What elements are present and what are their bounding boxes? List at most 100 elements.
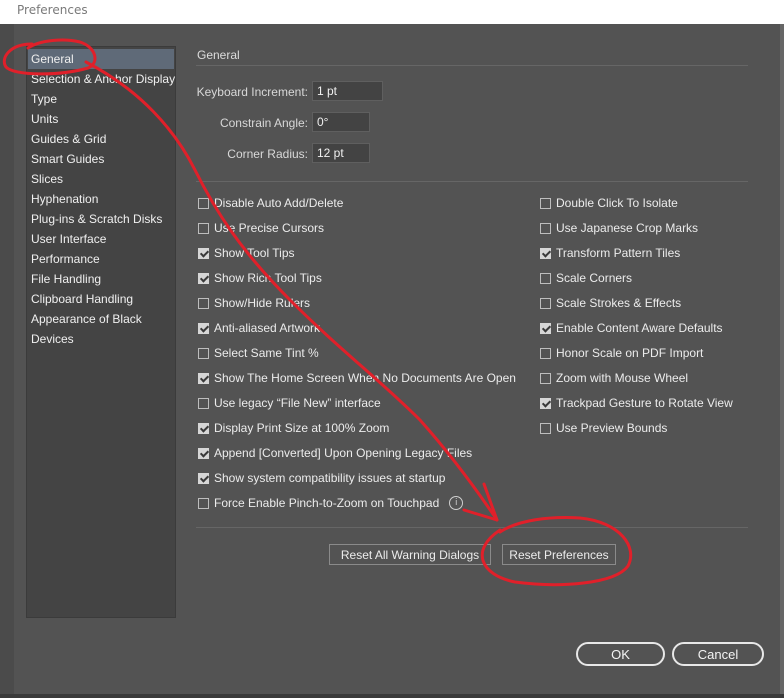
constrain-angle-input[interactable] [312, 112, 370, 132]
option-show-hide-rulers[interactable]: Show/Hide Rulers [198, 295, 310, 311]
option-select-same-tint[interactable]: Select Same Tint % [198, 345, 319, 361]
sidebar-item-file-handling[interactable]: File Handling [28, 269, 174, 289]
info-icon[interactable]: i [449, 496, 464, 510]
option-use-japanese-crop-marks[interactable]: Use Japanese Crop Marks [540, 220, 698, 236]
option-trackpad-gesture-to-rotate-view[interactable]: Trackpad Gesture to Rotate View [540, 395, 733, 411]
sidebar-item-type[interactable]: Type [28, 89, 174, 109]
option-anti-aliased-artwork[interactable]: Anti-aliased Artwork [198, 320, 320, 336]
option-use-preview-bounds[interactable]: Use Preview Bounds [540, 420, 667, 436]
section-title: General [197, 48, 240, 62]
window-title: Preferences [17, 3, 88, 17]
option-scale-corners[interactable]: Scale Corners [540, 270, 632, 286]
checkbox[interactable] [540, 222, 551, 234]
checkbox[interactable] [198, 472, 209, 484]
checkbox[interactable] [198, 397, 209, 409]
checkbox-label: Use Precise Cursors [214, 221, 325, 235]
checkbox[interactable] [198, 497, 209, 509]
buttons-divider [196, 527, 748, 528]
checkbox-label: Use Preview Bounds [556, 421, 668, 435]
sidebar-item-smart-guides[interactable]: Smart Guides [28, 149, 174, 169]
option-double-click-to-isolate[interactable]: Double Click To Isolate [540, 195, 678, 211]
option-show-rich-tool-tips[interactable]: Show Rich Tool Tips [198, 270, 322, 286]
sidebar-item-general[interactable]: General [28, 49, 174, 69]
checkbox[interactable] [198, 247, 209, 259]
checkbox-label: Show Rich Tool Tips [214, 271, 322, 285]
sidebar-item-plug-ins-scratch-disks[interactable]: Plug-ins & Scratch Disks [28, 209, 174, 229]
checkbox-label: Scale Strokes & Effects [556, 296, 682, 310]
checkbox-label: Double Click To Isolate [556, 196, 678, 210]
sidebar-item-devices[interactable]: Devices [28, 329, 174, 349]
option-honor-scale-on-pdf-import[interactable]: Honor Scale on PDF Import [540, 345, 703, 361]
option-use-precise-cursors[interactable]: Use Precise Cursors [198, 220, 324, 236]
checkbox[interactable] [540, 372, 551, 384]
sidebar-item-slices[interactable]: Slices [28, 169, 174, 189]
sidebar-item-appearance-of-black[interactable]: Appearance of Black [28, 309, 174, 329]
checkbox[interactable] [540, 297, 551, 309]
option-force-enable-pinch-to-zoom-on-touchpad[interactable]: Force Enable Pinch-to-Zoom on Touchpad i [198, 495, 464, 511]
checkbox-label: Show The Home Screen When No Documents A… [214, 371, 516, 385]
window-bottom-edge [0, 694, 784, 698]
option-scale-strokes-effects[interactable]: Scale Strokes & Effects [540, 295, 681, 311]
checkbox[interactable] [540, 247, 551, 259]
checkbox-label: Force Enable Pinch-to-Zoom on Touchpad [214, 496, 440, 510]
checkbox-label: Transform Pattern Tiles [556, 246, 681, 260]
sidebar-item-guides-grid[interactable]: Guides & Grid [28, 129, 174, 149]
option-append-converted-upon-opening-legacy-files[interactable]: Append [Converted] Upon Opening Legacy F… [198, 445, 472, 461]
window-left-edge [0, 24, 14, 698]
option-enable-content-aware-defaults[interactable]: Enable Content Aware Defaults [540, 320, 723, 336]
checkbox-label: Trackpad Gesture to Rotate View [556, 396, 733, 410]
corner-radius-input[interactable] [312, 143, 370, 163]
checkbox-label: Show system compatibility issues at star… [214, 471, 446, 485]
option-show-system-compatibility-issues-at-startup[interactable]: Show system compatibility issues at star… [198, 470, 445, 486]
keyboard-increment-input[interactable] [312, 81, 383, 101]
option-use-legacy-file-new-interface[interactable]: Use legacy “File New” interface [198, 395, 381, 411]
checkbox[interactable] [198, 272, 209, 284]
checkbox-label: Scale Corners [556, 271, 633, 285]
option-display-print-size-at-100-zoom[interactable]: Display Print Size at 100% Zoom [198, 420, 389, 436]
checkbox-label: Disable Auto Add/Delete [214, 196, 344, 210]
checkbox[interactable] [198, 297, 209, 309]
checkbox[interactable] [198, 447, 209, 459]
checkbox[interactable] [198, 372, 209, 384]
corner-radius-label: Corner Radius: [227, 147, 308, 161]
reset-warning-dialogs-button[interactable]: Reset All Warning Dialogs [329, 544, 491, 565]
window-title-bar: Preferences [0, 0, 784, 24]
sidebar-item-units[interactable]: Units [28, 109, 174, 129]
checkbox[interactable] [540, 272, 551, 284]
checkbox[interactable] [198, 347, 209, 359]
checkbox-label: Use legacy “File New” interface [214, 396, 381, 410]
checkbox[interactable] [540, 347, 551, 359]
checkbox[interactable] [198, 322, 209, 334]
checkbox[interactable] [540, 397, 551, 409]
constrain-angle-label: Constrain Angle: [219, 116, 308, 130]
sidebar-item-performance[interactable]: Performance [28, 249, 174, 269]
window-right-edge [780, 24, 784, 698]
sidebar-item-clipboard-handling[interactable]: Clipboard Handling [28, 289, 174, 309]
preferences-sidebar: General Selection & Anchor Display Type Uni… [26, 46, 176, 618]
checkbox-label: Show/Hide Rulers [214, 296, 311, 310]
option-disable-auto-add-delete[interactable]: Disable Auto Add/Delete [198, 195, 343, 211]
sidebar-item-selection-anchor-display[interactable]: Selection & Anchor Display [28, 69, 175, 89]
checkbox[interactable] [198, 422, 209, 434]
checkbox-label: Honor Scale on PDF Import [556, 346, 704, 360]
checkbox[interactable] [198, 197, 209, 209]
checkbox-label: Select Same Tint % [214, 346, 319, 360]
checkbox-label: Show Tool Tips [214, 246, 295, 260]
sidebar-item-user-interface[interactable]: User Interface [28, 229, 174, 249]
checkbox-label: Anti-aliased Artwork [214, 321, 321, 335]
ok-button[interactable]: OK [576, 642, 665, 666]
cancel-button[interactable]: Cancel [672, 642, 764, 666]
sidebar-item-hyphenation[interactable]: Hyphenation [28, 189, 174, 209]
checkbox-label: Display Print Size at 100% Zoom [214, 421, 390, 435]
option-zoom-with-mouse-wheel[interactable]: Zoom with Mouse Wheel [540, 370, 688, 386]
option-transform-pattern-tiles[interactable]: Transform Pattern Tiles [540, 245, 680, 261]
checkbox-label: Zoom with Mouse Wheel [556, 371, 689, 385]
reset-preferences-button[interactable]: Reset Preferences [502, 544, 616, 565]
option-show-tool-tips[interactable]: Show Tool Tips [198, 245, 295, 261]
checkbox[interactable] [540, 422, 551, 434]
checkbox[interactable] [540, 322, 551, 334]
checkbox-label: Use Japanese Crop Marks [556, 221, 699, 235]
option-show-the-home-screen-when-no-documents-are-open[interactable]: Show The Home Screen When No Documents A… [198, 370, 516, 386]
checkbox[interactable] [198, 222, 209, 234]
checkbox[interactable] [540, 197, 551, 209]
